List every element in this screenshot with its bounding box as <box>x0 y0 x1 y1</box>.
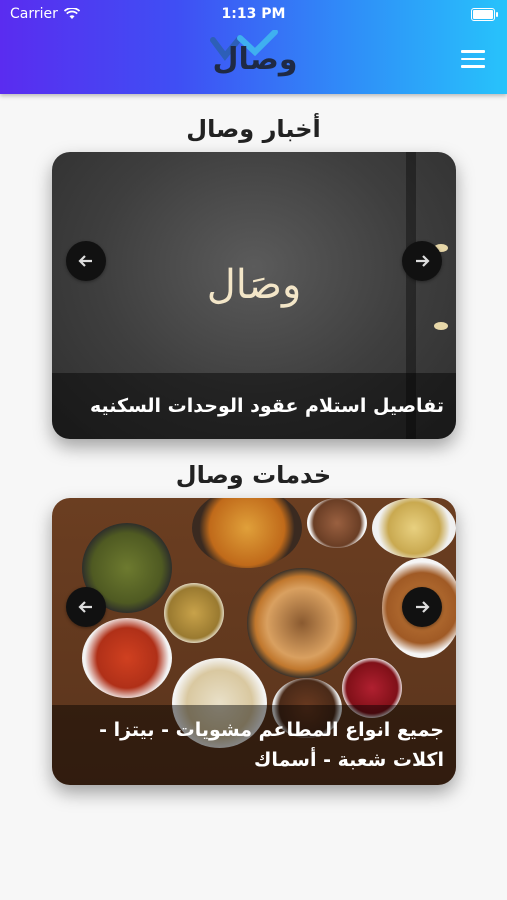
news-carousel[interactable]: وصَال تفاصيل استلام عقود الوحدات السكنيه… <box>52 152 456 439</box>
arrow-right-icon <box>416 601 430 613</box>
news-prev-button[interactable] <box>66 241 106 281</box>
news-slide-logo-text: وصَال <box>206 262 302 308</box>
logo-wordmark: وصال <box>212 42 298 77</box>
news-slide-caption[interactable]: تفاصيل استلام عقود الوحدات السكنيه بوصال <box>52 373 456 439</box>
hamburger-menu-icon[interactable] <box>461 50 485 68</box>
services-section-title: خدمات وصال <box>175 461 332 489</box>
battery-icon <box>471 8 498 21</box>
status-bar: Carrier 1:13 PM <box>0 0 507 28</box>
services-slide-caption[interactable]: جميع انواع المطاعم مشويات - بيتزا - اكلا… <box>52 705 456 785</box>
arrow-right-icon <box>416 255 430 267</box>
news-section-title: أخبار وصال <box>186 115 321 143</box>
services-prev-button[interactable] <box>66 587 106 627</box>
news-next-button[interactable] <box>402 241 442 281</box>
status-time: 1:13 PM <box>221 6 286 22</box>
services-next-button[interactable] <box>402 587 442 627</box>
arrow-left-icon <box>78 255 92 267</box>
app-logo: وصال <box>195 30 315 90</box>
services-carousel[interactable]: جميع انواع المطاعم مشويات - بيتزا - اكلا… <box>52 498 456 785</box>
app-header: Carrier 1:13 PM وصال <box>0 0 507 94</box>
arrow-left-icon <box>78 601 92 613</box>
